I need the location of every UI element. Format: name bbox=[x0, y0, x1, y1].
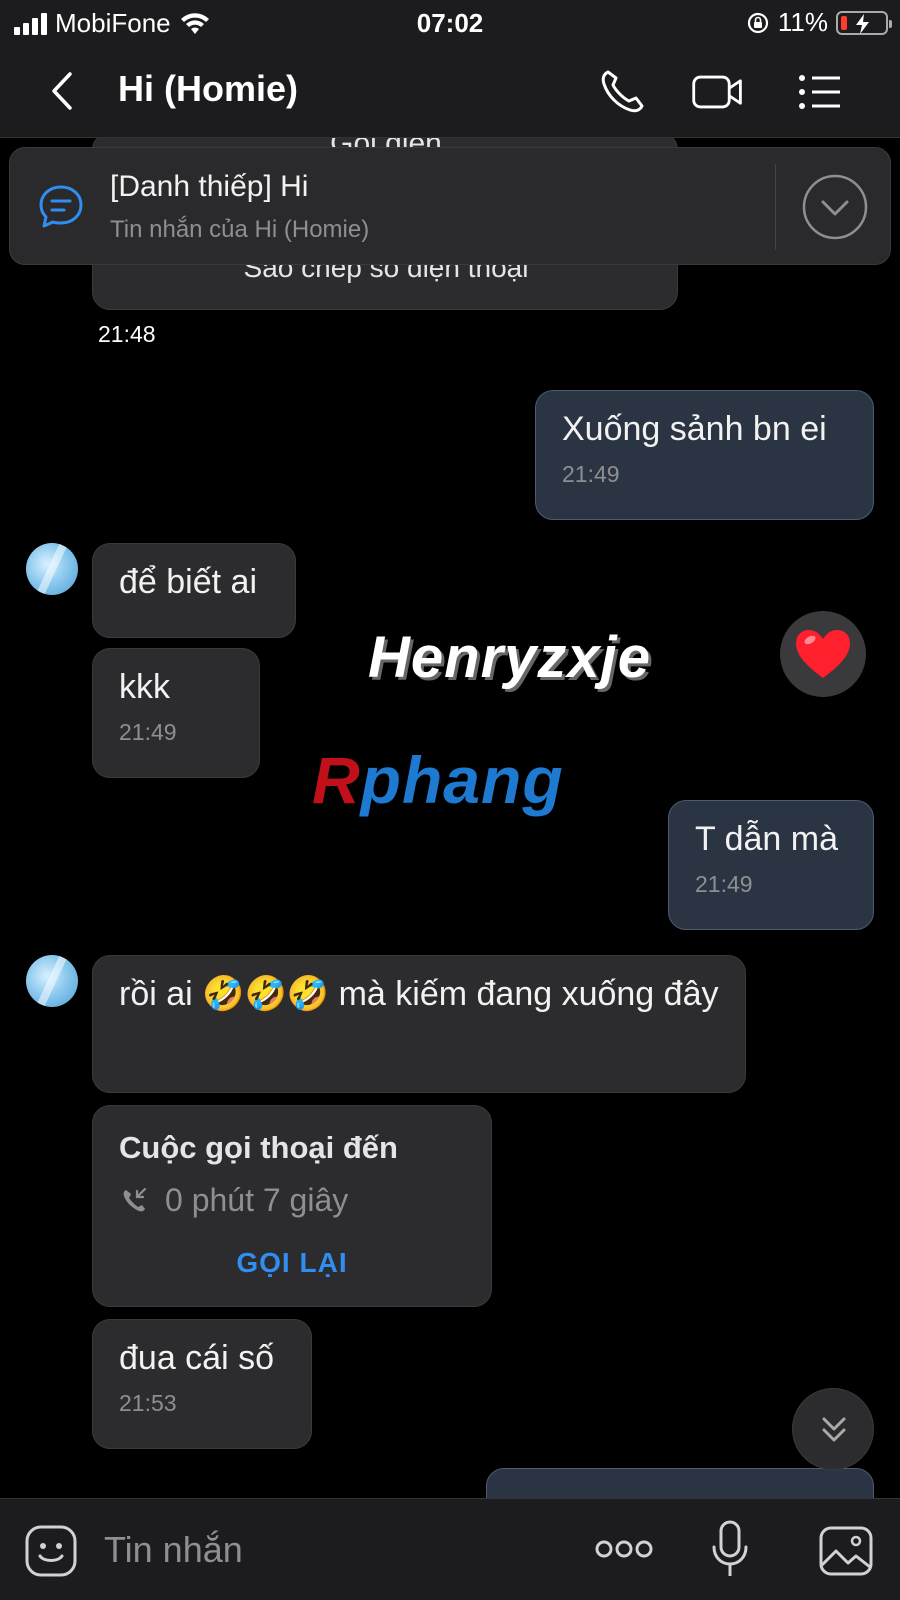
image-icon[interactable] bbox=[818, 1525, 874, 1577]
message-text: T dẫn mà bbox=[695, 820, 839, 858]
message-input-bar: Tin nhắn bbox=[0, 1498, 900, 1600]
avatar[interactable] bbox=[26, 543, 78, 595]
message-text: đua cái số bbox=[119, 1339, 274, 1377]
message-text: rồi ai 🤣🤣🤣 mà kiếm đang xuống đây bbox=[119, 975, 719, 1013]
avatar[interactable] bbox=[26, 955, 78, 1007]
watermark-logo-r: R bbox=[312, 743, 361, 817]
double-chevron-down-icon bbox=[822, 1417, 846, 1442]
message-time: 21:48 bbox=[98, 321, 156, 347]
message-bubble-outgoing[interactable]: T dẫn mà 21:49 bbox=[668, 800, 874, 930]
message-text: Xuống sảnh bn ei bbox=[562, 410, 827, 448]
message-text: để biết ai bbox=[119, 563, 257, 601]
incoming-call-icon bbox=[123, 1187, 147, 1211]
message-bubble-incoming[interactable]: rồi ai 🤣🤣🤣 mà kiếm đang xuống đây bbox=[92, 955, 746, 1093]
divider bbox=[775, 164, 776, 250]
call-back-button[interactable]: GỌI LẠI bbox=[119, 1247, 465, 1279]
message-time: 21:49 bbox=[695, 871, 753, 897]
watermark-logo-rest: phang bbox=[360, 743, 564, 817]
message-time: 21:49 bbox=[119, 719, 177, 745]
scroll-to-bottom-button[interactable] bbox=[792, 1388, 874, 1470]
microphone-icon[interactable] bbox=[710, 1519, 750, 1581]
pinned-message-banner[interactable]: [Danh thiếp] Hi Tin nhắn của Hi (Homie) bbox=[9, 147, 891, 265]
status-bar: MobiFone 07:02 11% bbox=[0, 0, 900, 46]
video-call-icon[interactable] bbox=[690, 64, 746, 120]
watermark-text: Henryzxje bbox=[368, 625, 652, 690]
pinned-title: [Danh thiếp] Hi bbox=[110, 170, 309, 203]
message-bubble-outgoing[interactable]: Xuống sảnh bn ei 21:49 bbox=[535, 390, 874, 520]
message-time: 21:53 bbox=[119, 1390, 177, 1416]
battery-percent: 11% bbox=[777, 7, 828, 37]
chat-header: Hi (Homie) bbox=[0, 46, 900, 138]
sticker-icon[interactable] bbox=[24, 1524, 78, 1578]
message-input[interactable]: Tin nhắn bbox=[104, 1529, 243, 1571]
menu-list-icon[interactable] bbox=[792, 64, 848, 120]
message-bubble-incoming[interactable]: kkk 21:49 bbox=[92, 648, 260, 778]
message-bubble-outgoing[interactable] bbox=[486, 1468, 874, 1498]
message-list[interactable]: Gọi điện Sao chép số điện thoại 21:48 Xu… bbox=[0, 138, 900, 1498]
pinned-subtitle: Tin nhắn của Hi (Homie) bbox=[110, 216, 370, 243]
message-icon bbox=[39, 185, 83, 228]
rotation-lock-icon bbox=[747, 12, 768, 33]
heart-reaction[interactable] bbox=[780, 611, 866, 697]
expand-down-icon[interactable] bbox=[801, 173, 869, 241]
message-bubble-incoming[interactable]: để biết ai bbox=[92, 543, 296, 638]
message-text: kkk bbox=[119, 668, 170, 706]
chat-title[interactable]: Hi (Homie) bbox=[118, 68, 298, 110]
message-bubble-incoming[interactable]: đua cái số 21:53 bbox=[92, 1319, 312, 1449]
call-title: Cuộc gọi thoại đến bbox=[119, 1130, 398, 1165]
call-log-card[interactable]: Cuộc gọi thoại đến 0 phút 7 giây GỌI LẠI bbox=[92, 1105, 492, 1307]
back-chevron-icon[interactable] bbox=[40, 66, 90, 116]
message-time: 21:49 bbox=[562, 461, 620, 487]
battery-charging-icon bbox=[836, 10, 892, 35]
watermark-logo: Rphang bbox=[312, 742, 564, 818]
phone-call-icon[interactable] bbox=[594, 64, 650, 120]
call-duration: 0 phút 7 giây bbox=[165, 1182, 349, 1218]
heart-icon bbox=[796, 630, 850, 678]
more-icon[interactable] bbox=[594, 1537, 654, 1561]
